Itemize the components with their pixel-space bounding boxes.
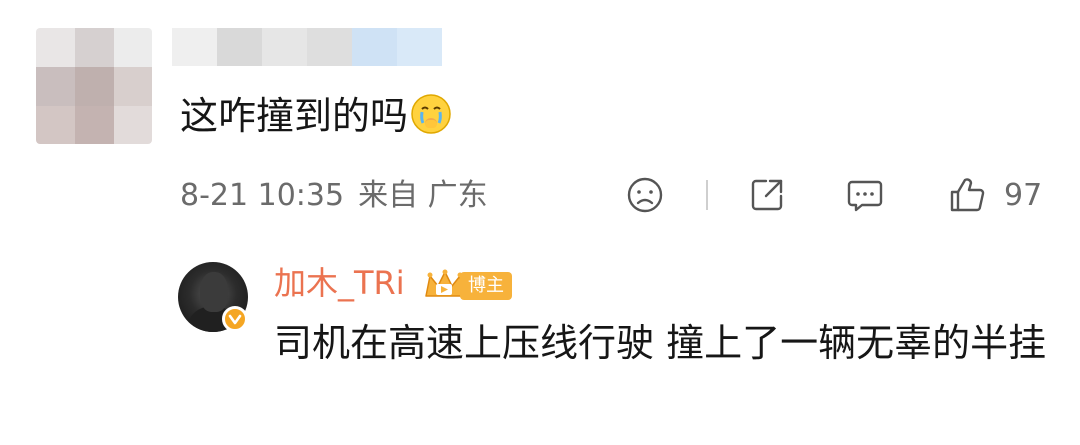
share-icon bbox=[751, 179, 783, 211]
comment-text: 这咋撞到的吗 bbox=[180, 92, 452, 140]
comment-timestamp: 8-21 10:35 bbox=[180, 178, 345, 213]
comment-button[interactable] bbox=[842, 172, 888, 218]
commenter-username[interactable] bbox=[172, 28, 442, 66]
like-button[interactable] bbox=[944, 172, 990, 218]
reply-text: 司机在高速上压线行驶 撞上了一辆无辜的半挂 bbox=[274, 321, 1047, 365]
verified-icon bbox=[228, 314, 242, 325]
crying-face-emoji bbox=[411, 94, 451, 134]
dislike-button[interactable] bbox=[622, 172, 668, 218]
comment-icon bbox=[847, 180, 883, 212]
action-divider bbox=[706, 180, 708, 210]
comment-location: 来自 广东 bbox=[358, 178, 488, 213]
share-button[interactable] bbox=[744, 172, 790, 218]
like-count: 97 bbox=[1004, 178, 1043, 213]
reply-author-name[interactable]: 加木_TRi bbox=[274, 262, 405, 304]
dislike-icon bbox=[627, 177, 663, 213]
author-badge: 博主 bbox=[460, 272, 512, 300]
comment-text-content: 这咋撞到的吗 bbox=[180, 94, 409, 138]
commenter-avatar[interactable] bbox=[36, 28, 152, 144]
avatar-silhouette-face bbox=[200, 272, 228, 312]
like-icon bbox=[950, 178, 985, 212]
verified-badge bbox=[222, 306, 248, 332]
comment-meta: 8-21 10:35 来自 广东 bbox=[180, 176, 502, 216]
